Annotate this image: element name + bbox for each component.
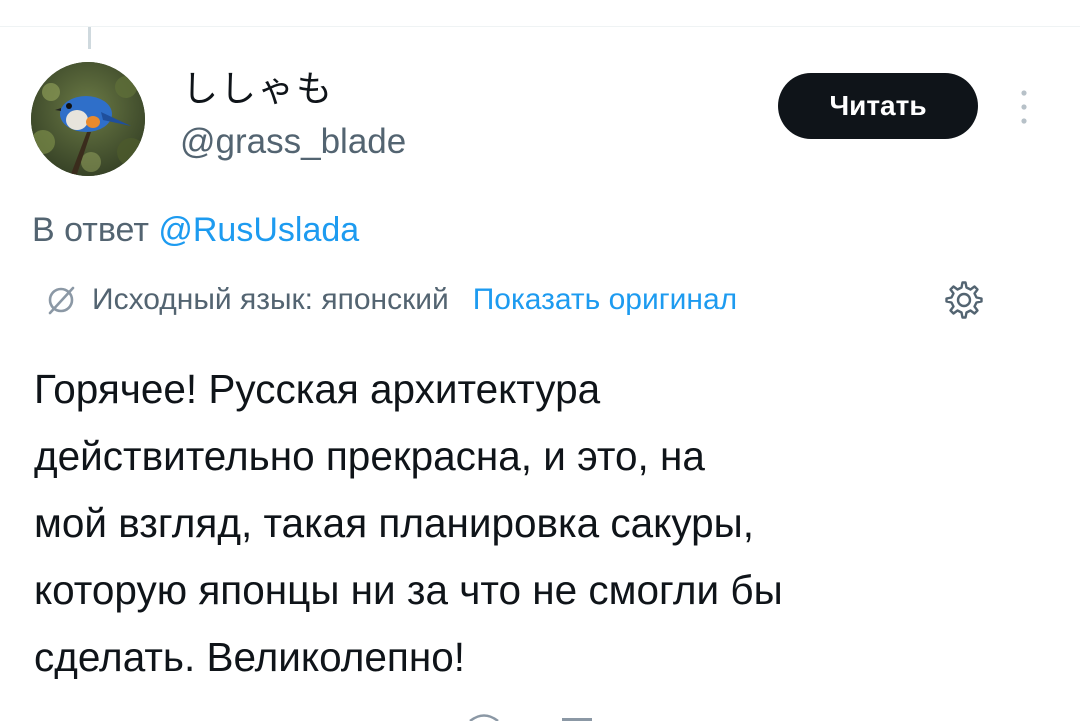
- reply-prefix: В ответ: [32, 211, 149, 249]
- thread-connector-line: [88, 27, 91, 49]
- show-original-link[interactable]: Показать оригинал: [473, 283, 737, 317]
- follow-button[interactable]: Читать: [778, 73, 978, 139]
- translation-bar: Исходный язык: японский Показать оригина…: [44, 278, 737, 322]
- reply-mention-link[interactable]: @RusUslada: [158, 211, 359, 249]
- source-language-label: Исходный язык: японский: [92, 283, 449, 316]
- avatar[interactable]: [31, 62, 145, 176]
- more-vertical-icon[interactable]: [1014, 88, 1034, 126]
- display-name[interactable]: ししゃも: [182, 70, 334, 110]
- gear-icon[interactable]: [944, 280, 984, 320]
- tweet-text: Горячее! Русская архитектура действитель…: [34, 366, 783, 680]
- translate-icon: [44, 283, 78, 317]
- top-divider: [0, 26, 1080, 27]
- partial-action-icons: [0, 700, 1080, 721]
- reply-context: В ответ @RusUslada: [32, 206, 359, 254]
- user-handle[interactable]: @grass_blade: [180, 122, 406, 162]
- tweet-page: ししゃも @grass_blade Читать В ответ @RusUsl…: [0, 0, 1080, 721]
